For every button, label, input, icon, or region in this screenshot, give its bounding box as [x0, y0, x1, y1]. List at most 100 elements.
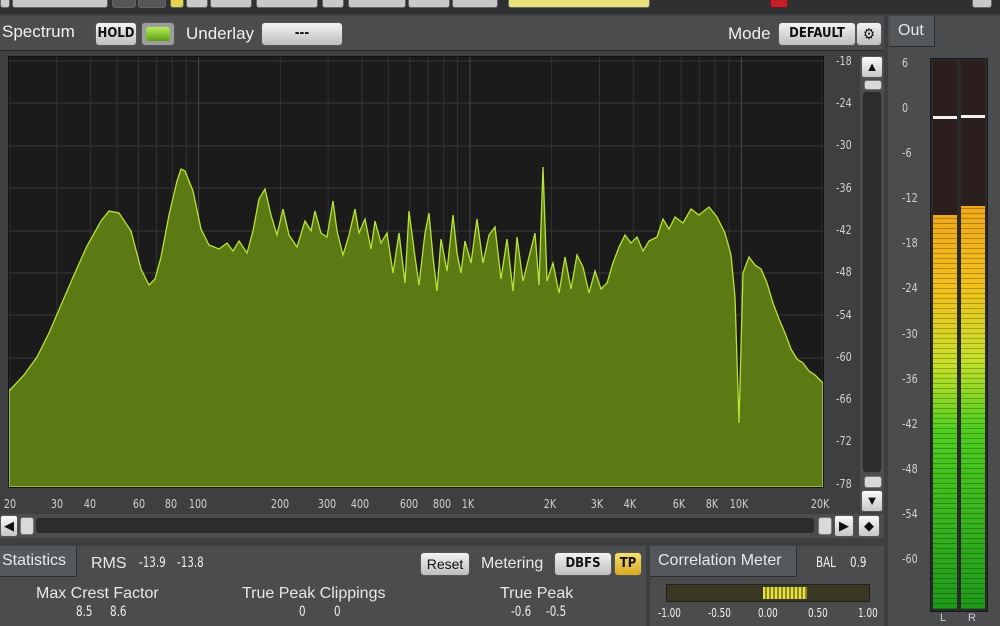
x-label: 800 [432, 497, 452, 511]
y-label: -30 [836, 138, 852, 152]
spectrum-plot[interactable] [8, 56, 824, 488]
vscroll-track[interactable] [863, 92, 881, 472]
out-tab[interactable]: Out [890, 16, 935, 47]
channel-label-left: L [940, 612, 947, 624]
toolbar-button[interactable] [348, 0, 406, 8]
x-label: 60 [132, 497, 146, 511]
statistics-title: Statistics [2, 552, 67, 569]
corr-scale-label: 0.50 [808, 606, 828, 620]
bal-label: BAL [816, 555, 836, 571]
toolbar-button[interactable] [210, 0, 252, 8]
statistics-panel: Statistics RMS -13.9 -13.8 Reset Meterin… [0, 546, 646, 626]
x-label: 8K [705, 497, 719, 511]
toolbar-button[interactable] [322, 0, 344, 8]
max-crest-right: 8.6 [110, 604, 127, 620]
toolbar-button[interactable] [112, 0, 136, 8]
x-label: 6K [672, 497, 686, 511]
out-scale-label: -30 [902, 326, 918, 341]
hscroll-thumb-right[interactable] [818, 517, 832, 535]
toolbar-button[interactable] [170, 0, 184, 8]
preset-field[interactable] [508, 0, 650, 8]
hold-button[interactable]: HOLD [95, 22, 137, 46]
x-label: 300 [317, 497, 337, 511]
scroll-left-icon[interactable]: ◀ [0, 515, 18, 537]
y-label: -60 [836, 350, 852, 364]
out-scale-label: -6 [902, 146, 912, 161]
spectrum-header: Spectrum HOLD Underlay --- Mode DEFAULT … [0, 16, 884, 51]
tp-clippings-right: 0 [334, 604, 341, 620]
correlation-bar [666, 584, 870, 602]
horizontal-scrollbar[interactable]: ◀ ▶ ◆ [0, 514, 884, 538]
scroll-right-icon[interactable]: ▶ [834, 515, 854, 537]
fit-icon[interactable]: ◆ [858, 515, 880, 537]
out-scale-label: -60 [902, 552, 918, 566]
vertical-scrollbar[interactable]: ▲ ▼ [860, 56, 884, 512]
hold-led-toggle[interactable] [141, 22, 175, 46]
hscroll-track[interactable] [36, 518, 814, 533]
x-label: 40 [83, 497, 97, 511]
out-scale-label: 0 [902, 101, 909, 116]
toolbar-button[interactable] [0, 0, 10, 8]
tp-toggle[interactable]: TP [614, 552, 642, 576]
vscroll-thumb-bottom[interactable] [864, 476, 882, 488]
hscroll-thumb-left[interactable] [20, 517, 34, 535]
corr-scale-label: 0.00 [758, 606, 778, 620]
tp-clippings-label: True Peak Clippings [242, 585, 386, 602]
scroll-down-icon[interactable]: ▼ [861, 490, 883, 512]
true-peak-label: True Peak [500, 585, 574, 602]
meter-right-fill [961, 206, 985, 609]
max-crest-left: 8.5 [76, 604, 93, 620]
out-scale-label: -42 [902, 416, 918, 431]
spectrum-svg [9, 57, 823, 487]
metering-select[interactable]: DBFS [554, 552, 612, 576]
y-label: -36 [836, 181, 852, 195]
x-label: 400 [350, 497, 370, 511]
logo-icon [770, 0, 788, 8]
out-scale-label: -54 [902, 506, 918, 521]
channel-label-right: R [968, 612, 976, 624]
mode-select[interactable]: DEFAULT [778, 22, 856, 46]
logo-text [790, 0, 830, 6]
meter-right-peak [961, 114, 985, 118]
toolbar-button[interactable] [12, 0, 108, 8]
meter-left-fill [933, 214, 957, 609]
toolbar-button[interactable] [408, 0, 450, 8]
metering-label: Metering [481, 555, 544, 572]
correlation-indicator [763, 587, 807, 599]
out-scale-label: -36 [902, 371, 918, 386]
out-scale-label: -18 [902, 236, 918, 251]
y-label: -24 [836, 96, 852, 110]
out-scale-label: -12 [902, 191, 918, 206]
y-label: -78 [836, 477, 852, 491]
x-label: 2K [543, 497, 557, 511]
reset-button[interactable]: Reset [420, 552, 470, 576]
x-label: 200 [270, 497, 290, 511]
gear-icon[interactable]: ⚙ [856, 22, 882, 46]
toolbar-button[interactable] [186, 0, 208, 8]
statistics-tab[interactable]: Statistics [0, 546, 77, 577]
spectrum-curve-fill [9, 166, 823, 487]
spectrum-title: Spectrum [2, 22, 75, 41]
x-label: 4K [623, 497, 637, 511]
vscroll-thumb-top[interactable] [864, 80, 882, 90]
out-scale-label: 6 [902, 56, 909, 70]
correlation-tab[interactable]: Correlation Meter [650, 546, 797, 577]
toolbar-button[interactable] [452, 0, 498, 8]
y-label: -42 [836, 223, 852, 237]
toolbar-button[interactable] [256, 0, 318, 8]
correlation-panel: Correlation Meter BAL 0.9 -1.00 -0.50 0.… [650, 546, 884, 626]
menu-button[interactable] [972, 0, 992, 8]
meter-left-peak [933, 115, 957, 119]
y-label: -18 [836, 54, 852, 68]
correlation-title: Correlation Meter [658, 552, 782, 569]
toolbar-button[interactable] [138, 0, 166, 8]
y-label: -54 [836, 308, 852, 322]
underlay-select[interactable]: --- [261, 22, 343, 46]
x-label: 10K [729, 497, 749, 511]
y-label: -48 [836, 265, 852, 279]
corr-scale-label: 1.00 [858, 606, 878, 620]
x-label: 80 [164, 497, 178, 511]
x-label: 100 [188, 497, 208, 511]
x-label: 3K [590, 497, 604, 511]
scroll-up-icon[interactable]: ▲ [861, 56, 883, 78]
